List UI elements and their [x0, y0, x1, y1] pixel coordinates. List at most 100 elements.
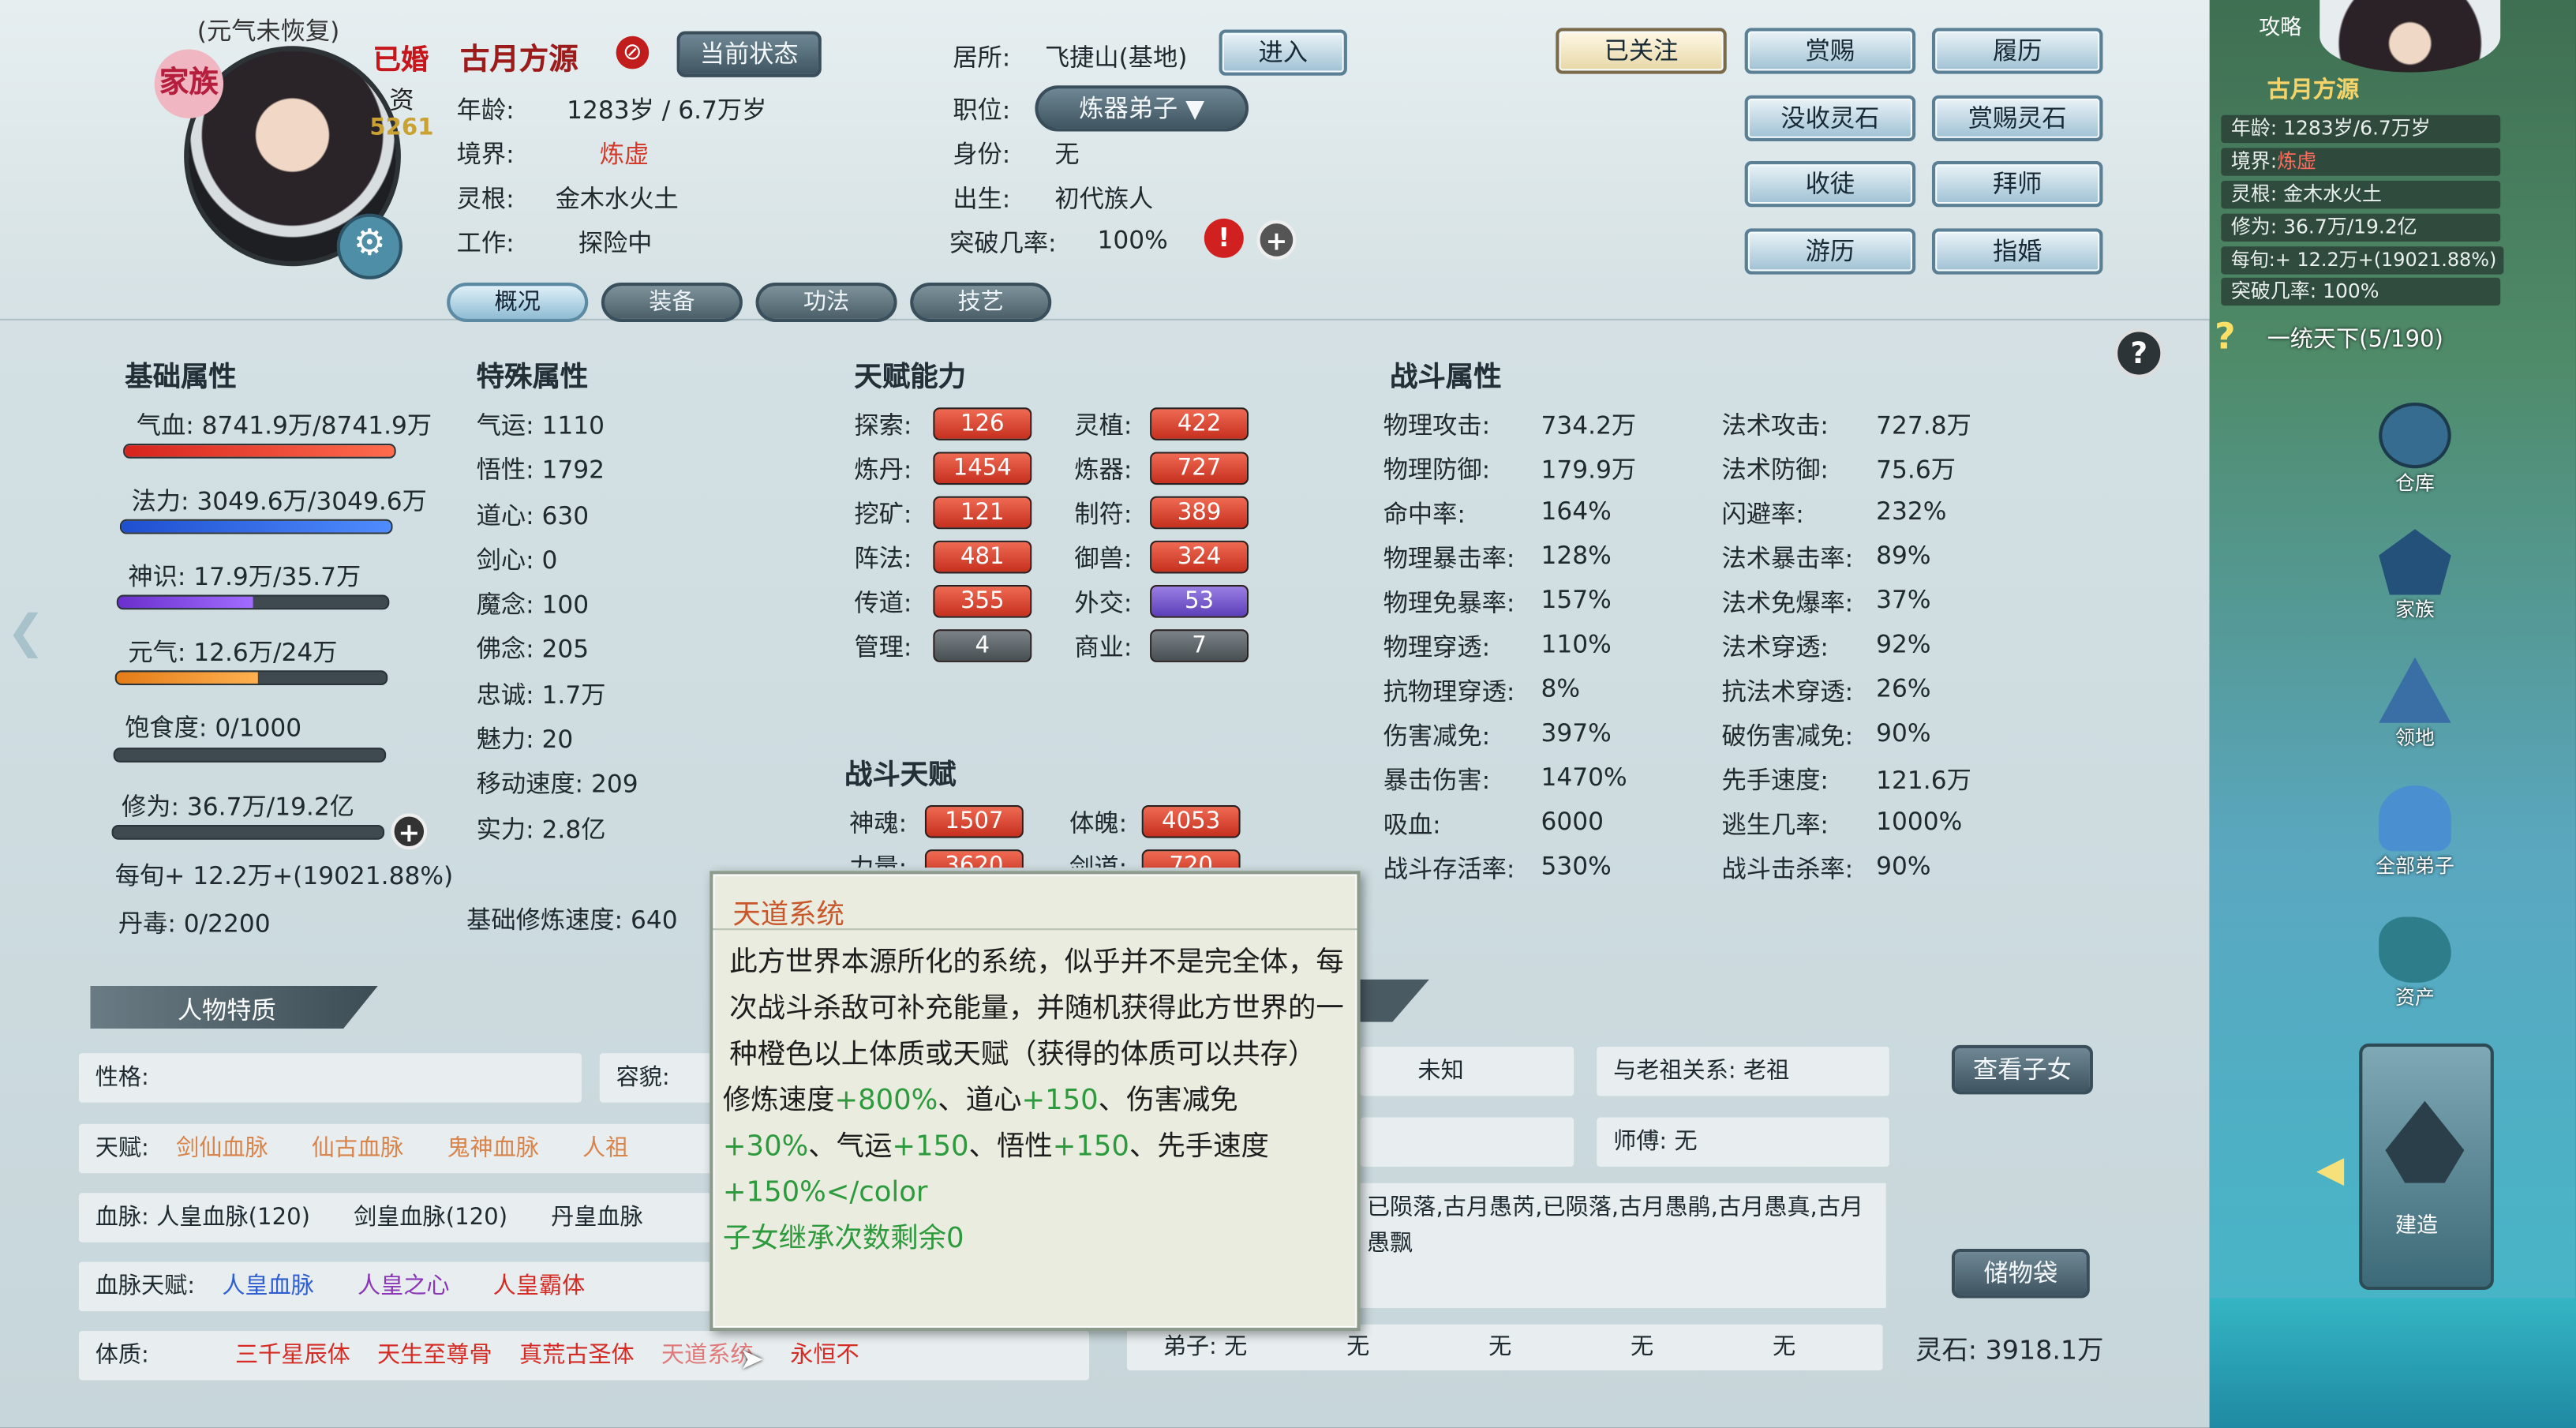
current-status-button[interactable]: 当前状态 — [676, 31, 822, 77]
side-avatar[interactable] — [2320, 0, 2501, 73]
combat-value: 179.9万 — [1541, 455, 1637, 485]
special-attributes-title: 特殊属性 — [476, 361, 589, 395]
bloodline-item[interactable]: 丹皇血脉 — [551, 1205, 643, 1231]
clan-icon[interactable]: 家族 — [2371, 529, 2459, 624]
physique-item[interactable]: 真荒古圣体 — [519, 1343, 635, 1369]
tab-overview[interactable]: 概况 — [447, 283, 589, 322]
reward-button[interactable]: 赏赐 — [1744, 28, 1916, 74]
talent-trait[interactable]: 仙古血脉 — [312, 1135, 404, 1161]
talent-trait[interactable]: 鬼神血脉 — [447, 1135, 539, 1161]
breakthrough-label: 突破几率: — [949, 228, 1057, 258]
bloodline-talent-label: 血脉天赋: — [95, 1273, 196, 1300]
reward-stones-button[interactable]: 赏赐灵石 — [1931, 95, 2103, 142]
special-item: 魅力: 20 — [476, 725, 574, 755]
battle-talent-title: 战斗天赋 — [844, 759, 957, 793]
combat-label: 法术免爆率: — [1721, 588, 1854, 618]
combat-value: 37% — [1876, 585, 1931, 615]
all-disciples-icon[interactable]: 全部弟子 — [2371, 785, 2459, 881]
blank-field — [1360, 1117, 1574, 1167]
assets-icon[interactable]: 资产 — [2371, 916, 2459, 1013]
physique-item[interactable]: 三千星辰体 — [235, 1343, 350, 1369]
battle-talent-value: 3620 — [924, 849, 1024, 868]
unknown-field: 未知 — [1360, 1046, 1574, 1096]
tab-equipment[interactable]: 装备 — [601, 283, 743, 322]
birth-value: 初代族人 — [1054, 184, 1154, 214]
combat-value: 92% — [1876, 629, 1931, 659]
talent-value: 4 — [933, 629, 1032, 662]
talents-row: 天赋: 剑仙血脉 仙古血脉 鬼神血脉 人祖 — [78, 1123, 712, 1174]
territory-icon[interactable]: 领地 — [2371, 657, 2459, 753]
prev-arrow-icon[interactable]: ❮ — [6, 605, 45, 659]
talent-trait[interactable]: 剑仙血脉 — [176, 1135, 268, 1161]
side-quest[interactable]: 一统天下(5/190) — [2267, 322, 2443, 355]
storage-bag-button[interactable]: 储物袋 — [1951, 1249, 2090, 1299]
become-disciple-button[interactable]: 拜师 — [1931, 160, 2103, 208]
combat-value: 8% — [1541, 673, 1581, 703]
talent-label: 商业: — [1074, 632, 1133, 662]
master-field: 师傅: 无 — [1597, 1117, 1889, 1167]
talent-value: 7 — [1150, 629, 1249, 662]
effect-label: 修炼速度 — [722, 1084, 835, 1118]
collapse-arrow-icon[interactable]: ◀ — [2316, 1150, 2344, 1191]
arrange-marriage-button[interactable]: 指婚 — [1931, 228, 2103, 275]
bloodline-item[interactable]: 剑皇血脉(120) — [354, 1205, 507, 1231]
take-disciple-button[interactable]: 收徒 — [1744, 160, 1916, 208]
battle-talent-value: 1507 — [924, 804, 1024, 838]
combat-label: 物理免暴率: — [1383, 588, 1515, 618]
help-icon[interactable]: ? — [2114, 328, 2164, 378]
talent-label: 外交: — [1074, 588, 1133, 618]
birth-label: 出生: — [953, 184, 1011, 214]
mp-text: 法力: 3049.6万/3049.6万 — [131, 486, 427, 516]
avatar-gear-icon[interactable]: ⚙ — [336, 213, 402, 279]
disciple-slot: 无 — [1631, 1334, 1654, 1361]
physique-item[interactable]: 永恒不 — [790, 1343, 859, 1369]
bloodline-talent[interactable]: 人皇霸体 — [493, 1273, 586, 1299]
talent-trait[interactable]: 人祖 — [582, 1135, 628, 1161]
disciples-label: 弟子: 无 — [1163, 1334, 1248, 1361]
combat-value: 232% — [1876, 496, 1947, 527]
talent-label: 传道: — [854, 588, 912, 618]
combat-value: 157% — [1541, 585, 1612, 615]
strategy-label[interactable]: 攻略 — [2259, 9, 2301, 41]
position-dropdown[interactable]: 炼器弟子 ▼ — [1035, 85, 1249, 132]
resume-button[interactable]: 履历 — [1931, 28, 2103, 74]
confiscate-stones-button[interactable]: 没收灵石 — [1744, 95, 1916, 142]
combat-value: 1470% — [1541, 762, 1627, 793]
bloodline-talent-row: 血脉天赋: 人皇血脉 人皇之心 人皇霸体 — [78, 1261, 712, 1312]
status-note: (元气未恢复) — [197, 16, 340, 47]
side-realm-value: 炼虚 — [2277, 149, 2317, 173]
bloodline-talent[interactable]: 人皇之心 — [358, 1273, 450, 1299]
bloodline-talent[interactable]: 人皇血脉 — [222, 1273, 314, 1299]
enter-button[interactable]: 进入 — [1219, 29, 1347, 76]
warehouse-icon[interactable]: 仓库 — [2371, 402, 2459, 498]
bloodline-item[interactable]: 人皇血脉(120) — [156, 1205, 310, 1231]
followed-button[interactable]: 已关注 — [1556, 28, 1727, 74]
side-quest-icon[interactable]: ? — [2215, 317, 2236, 358]
alert-icon[interactable]: ! — [1204, 218, 1244, 258]
battle-talent-label: 神魂: — [849, 808, 908, 838]
plus-icon[interactable]: + — [1256, 219, 1297, 260]
combat-label: 战斗存活率: — [1383, 854, 1515, 884]
tab-techniques[interactable]: 功法 — [755, 283, 897, 322]
chevron-down-icon: ▼ — [1185, 93, 1205, 124]
physique-row: 体质: 三千星辰体 天生至尊骨 真荒古圣体 天道系统 永恒不 — [78, 1331, 1090, 1381]
special-item: 佛念: 205 — [476, 635, 590, 665]
family-list: 已陨落,古月愚芮,已陨落,古月愚鹃,古月愚真,古月愚飘 — [1360, 1183, 1886, 1308]
build-label: 建造 — [2394, 1214, 2439, 1239]
tab-skills[interactable]: 技艺 — [910, 283, 1052, 322]
age-value: 1283岁 / 6.7万岁 — [567, 95, 767, 126]
combat-value: 128% — [1541, 540, 1612, 571]
physique-item[interactable]: 天生至尊骨 — [377, 1343, 492, 1369]
cultivation-text: 修为: 36.7万/19.2亿 — [122, 792, 354, 822]
view-children-button[interactable]: 查看子女 — [1951, 1044, 2093, 1095]
talent-value: 481 — [933, 540, 1032, 574]
per-month-text: 每旬+ 12.2万+(19021.88%) — [114, 860, 454, 891]
looks-field: 容貌: — [599, 1053, 715, 1103]
add-cultivation-icon[interactable]: + — [391, 813, 428, 850]
spirit-stones: 灵石: 3918.1万 — [1915, 1334, 2104, 1366]
combat-label: 抗物理穿透: — [1383, 677, 1515, 707]
travel-button[interactable]: 游历 — [1744, 228, 1916, 275]
bloodline-label: 血脉: — [95, 1204, 149, 1231]
side-breakthrough: 突破几率: 100% — [2221, 277, 2501, 306]
disciple-slot: 无 — [1488, 1334, 1512, 1361]
